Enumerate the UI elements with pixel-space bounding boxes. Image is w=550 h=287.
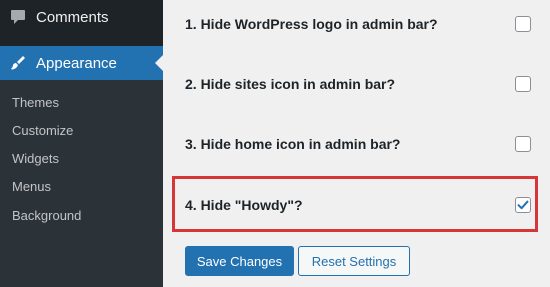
submenu-item-widgets[interactable]: Widgets xyxy=(12,151,59,167)
sidebar-item-appearance[interactable]: Appearance xyxy=(0,46,163,80)
hide-sites-icon-checkbox[interactable] xyxy=(515,76,531,92)
hide-wp-logo-checkbox[interactable] xyxy=(515,16,531,32)
admin-sidebar: Comments Appearance Themes Customize Wid… xyxy=(0,0,163,287)
option-row-hide-wp-logo: 1. Hide WordPress logo in admin bar? xyxy=(185,16,531,32)
submenu-item-background[interactable]: Background xyxy=(12,208,81,224)
sidebar-item-appearance-label: Appearance xyxy=(36,54,117,72)
comment-bubble-icon xyxy=(0,8,36,26)
paintbrush-icon xyxy=(0,54,36,72)
sidebar-item-comments[interactable]: Comments xyxy=(0,0,163,34)
option-row-hide-howdy: 4. Hide "Howdy"? xyxy=(185,197,531,213)
appearance-submenu: Themes Customize Widgets Menus Backgroun… xyxy=(0,80,163,287)
settings-panel: 1. Hide WordPress logo in admin bar? 2. … xyxy=(163,0,550,287)
option-label: 3. Hide home icon in admin bar? xyxy=(185,136,401,152)
hide-home-icon-checkbox[interactable] xyxy=(515,136,531,152)
option-label: 4. Hide "Howdy"? xyxy=(185,197,303,213)
save-changes-button[interactable]: Save Changes xyxy=(185,246,294,276)
hide-howdy-checkbox[interactable] xyxy=(515,197,531,213)
reset-settings-button[interactable]: Reset Settings xyxy=(298,246,410,276)
submenu-item-themes[interactable]: Themes xyxy=(12,95,59,111)
option-row-hide-home-icon: 3. Hide home icon in admin bar? xyxy=(185,136,531,152)
submenu-item-menus[interactable]: Menus xyxy=(12,179,51,195)
checkmark-icon xyxy=(517,200,529,210)
submenu-item-customize[interactable]: Customize xyxy=(12,123,73,139)
option-row-hide-sites-icon: 2. Hide sites icon in admin bar? xyxy=(185,76,531,92)
sidebar-item-comments-label: Comments xyxy=(36,8,109,26)
option-label: 2. Hide sites icon in admin bar? xyxy=(185,76,396,92)
option-label: 1. Hide WordPress logo in admin bar? xyxy=(185,16,438,32)
